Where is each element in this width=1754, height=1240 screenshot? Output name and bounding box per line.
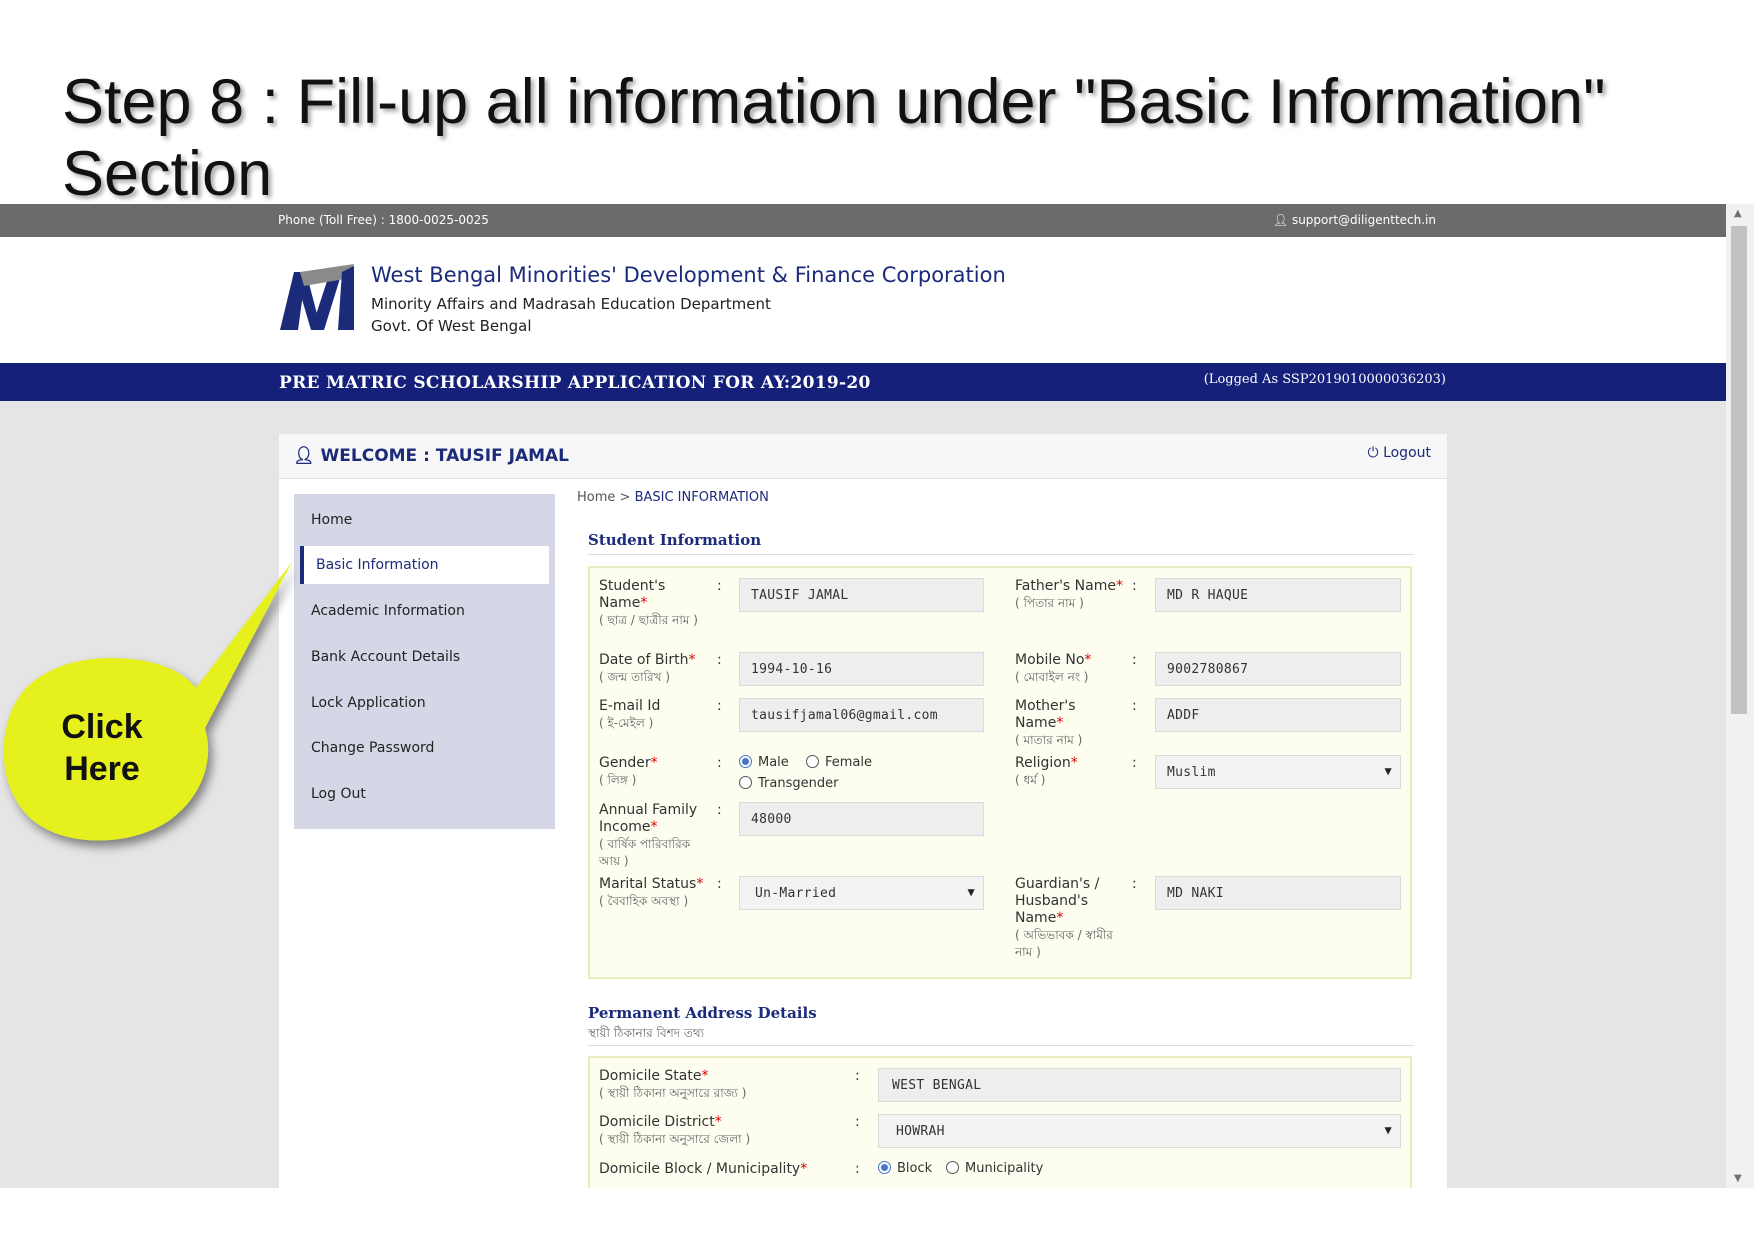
scroll-down-arrow-icon[interactable]: ▼ [1734, 1173, 1742, 1184]
user-icon: 👤︎ [293, 446, 321, 466]
student-name-label: Student's Name*( ছাত্র / ছাত্রীর নাম ) [599, 578, 698, 627]
welcome-text: 👤︎ WELCOME : TAUSIF JAMAL [293, 446, 569, 466]
student-information-panel: Student's Name*( ছাত্র / ছাত্রীর নাম ) :… [588, 566, 1412, 979]
student-information-heading: Student Information [588, 531, 762, 549]
permanent-address-heading: Permanent Address Details [588, 1004, 817, 1022]
org-name: West Bengal Minorities' Development & Fi… [371, 263, 1006, 287]
sidebar-item-bank-account-details[interactable]: Bank Account Details [311, 649, 460, 665]
domicile-state-label: Domicile State*( স্থায়ী ঠিকানা অনুসারে … [599, 1068, 747, 1100]
religion-value: Muslim [1167, 765, 1216, 780]
wbmdfc-logo [280, 264, 354, 330]
religion-label: Religion*( ধর্ম ) [1015, 755, 1078, 787]
mobile-label: Mobile No*( মোবাইল নং ) [1015, 652, 1092, 684]
logout-link[interactable]: ⏻ Logout [1368, 445, 1431, 461]
top-contact-bar: Phone (Toll Free) : 1800-0025-0025 👤︎ su… [0, 204, 1726, 237]
domicile-district-value: HOWRAH [896, 1124, 945, 1139]
guardian-name-label: Guardian's / Husband's Name*( অভিভাবক / … [1015, 876, 1113, 959]
sidebar-menu: Home Basic Information Academic Informat… [294, 494, 555, 829]
scroll-up-arrow-icon[interactable]: ▲ [1734, 208, 1742, 219]
sidebar-item-label: Basic Information [316, 557, 439, 573]
gender-label: Gender*( লিঙ্গ ) [599, 755, 658, 787]
gender-female-radio[interactable]: Female [806, 755, 872, 770]
callout-line-1: Click [61, 708, 142, 746]
logged-as: (Logged As SSP2019010000036203) [1203, 372, 1446, 387]
permanent-address-panel: Domicile State*( স্থায়ী ঠিকানা অনুসারে … [588, 1056, 1412, 1188]
radio-selected-icon [878, 1161, 891, 1174]
divider [588, 1045, 1414, 1046]
income-input[interactable]: 48000 [739, 802, 984, 836]
welcome-label: WELCOME : TAUSIF JAMAL [320, 446, 570, 466]
father-name-label: Father's Name*( পিতার নাম ) [1015, 578, 1123, 610]
chevron-down-icon: ▼ [1384, 1123, 1392, 1137]
domicile-block-label: Domicile Block / Municipality* [599, 1161, 808, 1177]
site-header: West Bengal Minorities' Development & Fi… [0, 237, 1726, 367]
divider [588, 554, 1414, 555]
marital-status-value: Un-Married [755, 886, 837, 901]
logout-label: Logout [1383, 445, 1431, 461]
application-title-bar: PRE MATRIC SCHOLARSHIP APPLICATION FOR A… [0, 363, 1726, 401]
permanent-address-subheading: স্থায়ী ঠিকানার বিশদ তথ্য [588, 1026, 705, 1040]
income-label: Annual Family Income*( বার্ষিক পারিবারিক… [599, 802, 698, 868]
application-title: PRE MATRIC SCHOLARSHIP APPLICATION FOR A… [279, 373, 871, 393]
mother-name-input[interactable]: ADDF [1155, 698, 1401, 732]
scrollbar-thumb[interactable] [1731, 226, 1747, 714]
content-area: Home > BASIC INFORMATION Student Informa… [577, 490, 1437, 1188]
breadcrumb-home[interactable]: Home [577, 490, 615, 505]
support-email-text: support@diligenttech.in [1291, 213, 1436, 227]
slide-title: Step 8 : Fill-up all information under "… [62, 67, 1606, 209]
email-input[interactable]: tausifjamal06@gmail.com [739, 698, 984, 732]
gender-transgender-radio[interactable]: Transgender [739, 776, 838, 791]
dept-name: Minority Affairs and Madrasah Education … [371, 295, 771, 313]
gender-male-radio[interactable]: Male [739, 755, 789, 770]
support-email[interactable]: 👤︎ support@diligenttech.in [1273, 213, 1436, 227]
sidebar-item-basic-information[interactable]: Basic Information [300, 546, 549, 584]
student-name-input[interactable]: TAUSIF JAMAL [739, 578, 984, 612]
breadcrumb: Home > BASIC INFORMATION [577, 490, 769, 505]
page-scrollbar[interactable]: ▲ ▼ [1726, 204, 1754, 1188]
father-name-input[interactable]: MD R HAQUE [1155, 578, 1401, 612]
chevron-down-icon: ▼ [1384, 764, 1392, 778]
welcome-bar: 👤︎ WELCOME : TAUSIF JAMAL ⏻ Logout [279, 434, 1447, 479]
callout-line-2: Here [64, 750, 140, 788]
click-here-callout: Click Here [3, 562, 292, 841]
domicile-district-label: Domicile District*( স্থায়ী ঠিকানা অনুসা… [599, 1114, 751, 1146]
religion-select[interactable]: Muslim ▼ [1155, 755, 1401, 789]
breadcrumb-separator: > [619, 490, 631, 505]
mother-name-label: Mother's Name*( মাতার নাম ) [1015, 698, 1083, 747]
sidebar-item-home[interactable]: Home [311, 512, 352, 528]
domicile-block-radio[interactable]: Block [878, 1161, 932, 1176]
radio-icon [739, 776, 752, 789]
govt-name: Govt. Of West Bengal [371, 317, 532, 335]
user-icon: 👤︎ [1272, 213, 1292, 227]
main-card: 👤︎ WELCOME : TAUSIF JAMAL ⏻ Logout Home … [279, 434, 1447, 1188]
sidebar-item-academic-information[interactable]: Academic Information [311, 603, 465, 619]
mobile-input[interactable]: 9002780867 [1155, 652, 1401, 686]
breadcrumb-current: BASIC INFORMATION [634, 490, 769, 505]
marital-status-label: Marital Status*( বৈবাহিক অবস্থা ) [599, 876, 704, 908]
radio-icon [946, 1161, 959, 1174]
domicile-district-select[interactable]: HOWRAH ▼ [878, 1114, 1401, 1148]
toll-free-phone: Phone (Toll Free) : 1800-0025-0025 [278, 213, 489, 227]
chevron-down-icon: ▼ [967, 885, 975, 899]
domicile-state-input[interactable]: WEST BENGAL [878, 1068, 1401, 1102]
radio-selected-icon [739, 755, 752, 768]
radio-icon [806, 755, 819, 768]
power-icon: ⏻ [1367, 445, 1384, 461]
marital-status-select[interactable]: Un-Married ▼ [739, 876, 984, 910]
dob-input[interactable]: 1994-10-16 [739, 652, 984, 686]
dob-label: Date of Birth*( জন্ম তারিখ ) [599, 652, 696, 684]
domicile-municipality-radio[interactable]: Municipality [946, 1161, 1043, 1176]
guardian-name-input[interactable]: MD NAKI [1155, 876, 1401, 910]
email-label: E-mail Id( ই-মেইল ) [599, 698, 661, 730]
